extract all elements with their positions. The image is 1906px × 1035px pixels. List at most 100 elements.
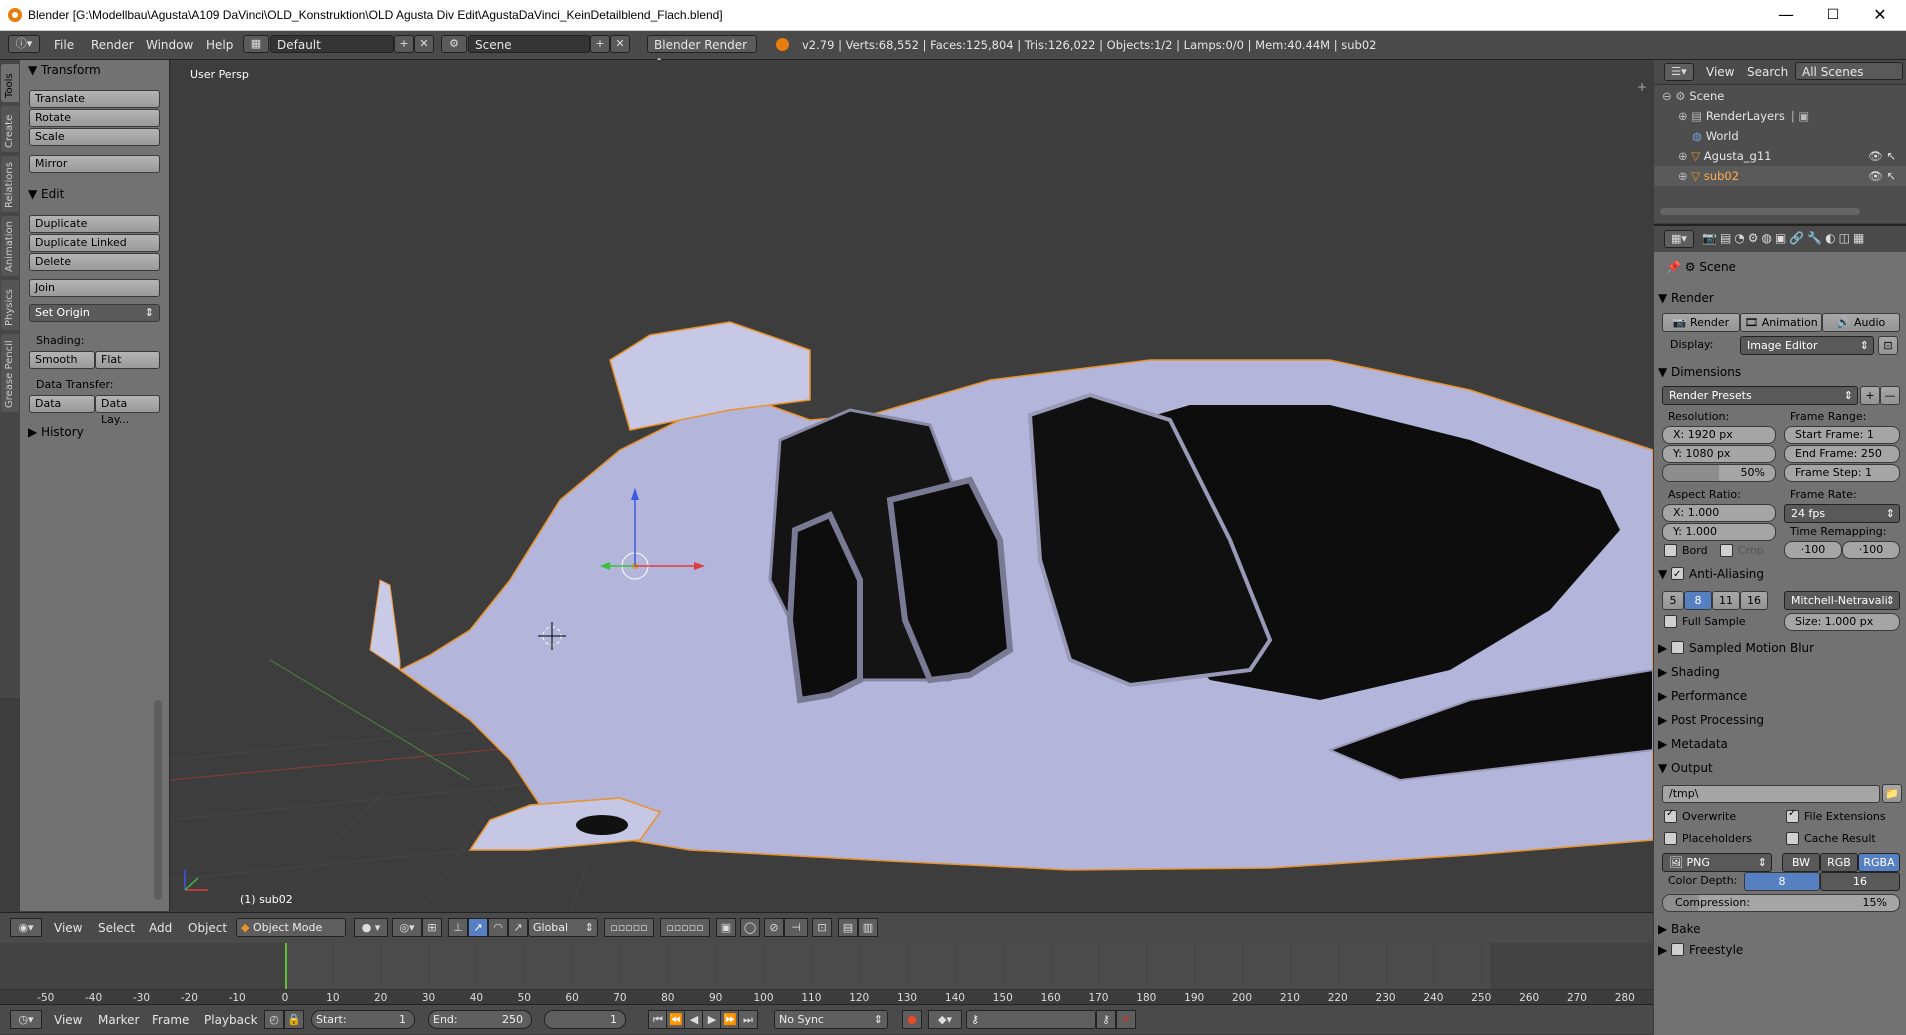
menu-file[interactable]: File xyxy=(54,38,74,52)
smooth-button[interactable]: Smooth xyxy=(29,351,95,369)
set-origin-dropdown[interactable]: Set Origin ⇕ xyxy=(29,304,160,322)
insert-keyframe-icon[interactable]: ⚷ xyxy=(1096,1010,1116,1029)
start-frame-prop-field[interactable]: Start Frame: 1 xyxy=(1784,426,1900,444)
layout-grid-icon[interactable]: ▦ xyxy=(243,35,269,53)
sync-dropdown[interactable]: No Sync ⇕ xyxy=(774,1010,888,1029)
mode-dropdown[interactable]: ◆ Object Mode xyxy=(236,918,346,937)
agusta-visibility-icon[interactable]: 👁 ↖ xyxy=(1868,146,1896,166)
end-frame-prop-field[interactable]: End Frame: 250 xyxy=(1784,445,1900,463)
outliner-menu-search[interactable]: Search xyxy=(1747,65,1788,79)
shading-panel-header[interactable]: ▶ Shading xyxy=(1658,662,1904,682)
remove-layout-icon[interactable]: ✕ xyxy=(414,35,434,53)
duplicate-linked-button[interactable]: Duplicate Linked xyxy=(29,234,160,252)
output-folder-icon[interactable]: 📁 xyxy=(1882,784,1902,803)
overwrite-checkbox[interactable]: Overwrite xyxy=(1664,808,1736,824)
join-button[interactable]: Join xyxy=(29,279,160,297)
metadata-panel-header[interactable]: ▶ Metadata xyxy=(1658,734,1904,754)
placeholders-checkbox[interactable]: Placeholders xyxy=(1664,831,1752,846)
color-depth-16-button[interactable]: 16 xyxy=(1820,872,1900,891)
orientation-dropdown[interactable]: Global ⇕ xyxy=(528,918,598,937)
aa-samples-16[interactable]: 16 xyxy=(1740,591,1768,610)
keying-set-icon[interactable]: ◆▾ xyxy=(928,1010,962,1029)
manipulator-translate-icon[interactable]: ⊥ xyxy=(448,918,468,937)
tab-grease-pencil[interactable]: Grease Pencil xyxy=(1,334,19,412)
delete-button[interactable]: Delete xyxy=(29,253,160,271)
post-processing-panel-header[interactable]: ▶ Post Processing xyxy=(1658,710,1904,730)
color-rgb-button[interactable]: RGB xyxy=(1820,853,1858,872)
color-depth-8-button[interactable]: 8 xyxy=(1744,872,1820,891)
add-scene-icon[interactable]: + xyxy=(590,35,610,53)
screen-layout-field[interactable]: Default xyxy=(270,35,394,53)
manipulator-move-icon[interactable]: ↗ xyxy=(468,918,488,937)
render-button[interactable]: 📷 Render xyxy=(1662,313,1740,332)
tab-create[interactable]: Create xyxy=(1,106,19,152)
lock-range-icon[interactable]: 🔒 xyxy=(284,1010,304,1029)
output-panel-header[interactable]: ▼ Output xyxy=(1658,758,1904,778)
data-transfer-button[interactable]: Data xyxy=(29,395,95,413)
dimensions-panel-header[interactable]: ▼ Dimensions xyxy=(1658,362,1904,382)
aspect-x-field[interactable]: X: 1.000 xyxy=(1662,504,1776,522)
remove-preset-icon[interactable]: — xyxy=(1880,386,1900,405)
anti-aliasing-panel-header[interactable]: ▼ Anti-Aliasing xyxy=(1658,564,1904,585)
resolution-percentage-slider[interactable]: 50% xyxy=(1662,464,1776,482)
render-presets-dropdown[interactable]: Render Presets ⇕ xyxy=(1662,386,1858,405)
layer-lock-icon[interactable]: ▣ xyxy=(716,918,736,937)
current-frame-indicator[interactable] xyxy=(285,943,287,989)
outliner-editor-type-icon[interactable]: ☰▾ xyxy=(1664,63,1694,81)
aa-filter-dropdown[interactable]: Mitchell-Netravali ⇕ xyxy=(1784,591,1900,610)
properties-editor-type-icon[interactable]: ▦▾ xyxy=(1664,230,1694,248)
manipulator-scale-icon[interactable]: ↗ xyxy=(508,918,528,937)
display-lock-icon[interactable]: ⊡ xyxy=(1878,336,1898,355)
scene-field[interactable]: Scene xyxy=(468,35,590,53)
aspect-y-field[interactable]: Y: 1.000 xyxy=(1662,523,1776,541)
jump-end-icon[interactable]: ⏭ xyxy=(738,1010,758,1029)
menu-window[interactable]: Window xyxy=(146,38,193,52)
tab-tools[interactable]: Tools xyxy=(1,64,19,102)
outliner-row-renderlayers[interactable]: ⊕ ▤ RenderLayers | ▣ xyxy=(1654,106,1906,126)
timeline-editor-type-icon[interactable]: ◷▾ xyxy=(10,1010,42,1029)
outliner-row-world[interactable]: ◍ World xyxy=(1654,126,1906,146)
full-sample-checkbox[interactable]: Full Sample xyxy=(1664,614,1746,629)
timeline-menu-view[interactable]: View xyxy=(54,1013,82,1027)
border-checkbox[interactable]: Bord xyxy=(1664,543,1708,558)
compression-slider[interactable]: Compression: 15% xyxy=(1662,894,1900,912)
minimize-button[interactable]: — xyxy=(1763,0,1809,30)
proportional-edit-icon[interactable]: ◯ xyxy=(740,918,760,937)
snap-toggle-icon[interactable]: ⊘ xyxy=(764,918,784,937)
data-layout-button[interactable]: Data Lay... xyxy=(95,395,160,426)
shading-mode-icon[interactable]: ● ▾ xyxy=(354,918,388,937)
scale-button[interactable]: Scale xyxy=(29,128,160,146)
viewport-menu-object[interactable]: Object xyxy=(188,921,227,935)
anti-aliasing-check-icon[interactable] xyxy=(1671,565,1685,585)
freestyle-panel-header[interactable]: ▶ Freestyle xyxy=(1658,940,1904,960)
cache-result-checkbox[interactable]: Cache Result xyxy=(1786,831,1876,846)
next-keyframe-icon[interactable]: ⏩ xyxy=(720,1010,740,1029)
end-frame-field[interactable]: End: 250 xyxy=(428,1010,532,1029)
frame-rate-dropdown[interactable]: 24 fps ⇕ xyxy=(1784,504,1900,523)
toolshelf-scrollbar[interactable] xyxy=(154,700,162,900)
frame-step-field[interactable]: Frame Step: 1 xyxy=(1784,464,1900,482)
snap-element-icon[interactable]: ⊣ xyxy=(784,918,808,937)
crop-checkbox[interactable]: Crop xyxy=(1720,543,1764,558)
render-still-icon[interactable]: ▤ xyxy=(838,918,858,937)
editor-type-icon[interactable]: ⓘ▾ xyxy=(8,35,40,53)
manipulator-rotate-icon[interactable]: ◠ xyxy=(488,918,508,937)
layers-b-icon[interactable]: ▫▫▫▫▫ xyxy=(660,918,710,937)
display-dropdown[interactable]: Image Editor ⇕ xyxy=(1740,336,1874,355)
rotate-button[interactable]: Rotate xyxy=(29,109,160,127)
aa-samples-5[interactable]: 5 xyxy=(1662,591,1684,610)
resolution-y-field[interactable]: Y: 1080 px xyxy=(1662,445,1776,463)
tab-relations[interactable]: Relations xyxy=(1,156,19,212)
render-panel-header[interactable]: ▼ Render xyxy=(1658,288,1904,308)
remap-old-field[interactable]: ·100 xyxy=(1784,541,1842,559)
viewport-editor-type-icon[interactable]: ◉▾ xyxy=(10,918,42,937)
duplicate-button[interactable]: Duplicate xyxy=(29,215,160,233)
animation-button[interactable]: 🎞 Animation xyxy=(1740,313,1822,332)
sub02-visibility-icon[interactable]: 👁 ↖ xyxy=(1868,166,1896,186)
tab-animation[interactable]: Animation xyxy=(1,216,19,276)
menu-render[interactable]: Render xyxy=(91,38,134,52)
active-keying-set-field[interactable]: ⚷ xyxy=(966,1010,1096,1029)
outliner-row-agusta[interactable]: ⊕ ▽ Agusta_g11 👁 ↖ xyxy=(1654,146,1906,166)
remap-new-field[interactable]: ·100 xyxy=(1842,541,1900,559)
layers-a-icon[interactable]: ▫▫▫▫▫ xyxy=(604,918,654,937)
